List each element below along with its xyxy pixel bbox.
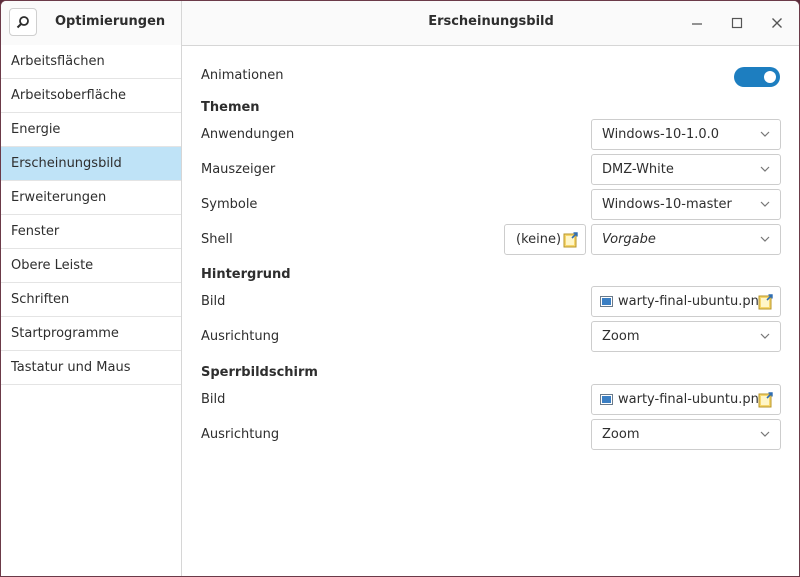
themes-heading: Themen bbox=[201, 100, 260, 115]
main-content: Animationen Themen Anwendungen Windows-1… bbox=[182, 45, 800, 577]
cursor-dropdown[interactable]: DMZ-White bbox=[591, 154, 781, 185]
sidebar-item-fenster[interactable]: Fenster bbox=[1, 215, 181, 249]
applications-value: Windows-10-1.0.0 bbox=[602, 127, 719, 142]
lockscreen-adjustment-value: Zoom bbox=[602, 427, 639, 442]
sidebar-item-energie[interactable]: Energie bbox=[1, 113, 181, 147]
folder-open-icon bbox=[563, 231, 579, 248]
sidebar-item-schriften[interactable]: Schriften bbox=[1, 283, 181, 317]
background-image-label: Bild bbox=[201, 294, 225, 309]
minimize-button[interactable] bbox=[687, 13, 707, 33]
lockscreen-image-filename: warty-final-ubuntu.png bbox=[618, 392, 767, 407]
header-left: Optimierungen bbox=[1, 1, 182, 45]
chevron-down-icon bbox=[760, 200, 770, 208]
icons-label: Symbole bbox=[201, 197, 257, 212]
sidebar-item-tastatur-und-maus[interactable]: Tastatur und Maus bbox=[1, 351, 181, 385]
sidebar-item-erscheinungsbild[interactable]: Erscheinungsbild bbox=[1, 147, 181, 181]
sidebar-item-arbeitsflaechen[interactable]: Arbeitsflächen bbox=[1, 45, 181, 79]
sidebar-item-obere-leiste[interactable]: Obere Leiste bbox=[1, 249, 181, 283]
background-adjustment-dropdown[interactable]: Zoom bbox=[591, 321, 781, 352]
image-file-icon bbox=[600, 394, 613, 405]
shell-label: Shell bbox=[201, 232, 233, 247]
chevron-down-icon bbox=[760, 130, 770, 138]
shell-value: Vorgabe bbox=[602, 232, 656, 247]
background-adjustment-label: Ausrichtung bbox=[201, 329, 279, 344]
animations-switch[interactable] bbox=[734, 67, 780, 87]
search-icon bbox=[16, 15, 30, 29]
window-title: Erscheinungsbild bbox=[181, 14, 800, 29]
shell-file-button[interactable]: (keine) bbox=[504, 224, 586, 255]
background-heading: Hintergrund bbox=[201, 267, 291, 282]
image-file-icon bbox=[600, 296, 613, 307]
app-title: Optimierungen bbox=[55, 14, 165, 29]
switch-knob bbox=[764, 71, 776, 83]
close-icon bbox=[771, 17, 783, 29]
lockscreen-adjustment-dropdown[interactable]: Zoom bbox=[591, 419, 781, 450]
background-image-filename: warty-final-ubuntu.png bbox=[618, 294, 767, 309]
search-button[interactable] bbox=[9, 8, 37, 36]
maximize-icon bbox=[731, 17, 743, 29]
chevron-down-icon bbox=[760, 165, 770, 173]
sidebar-item-erweiterungen[interactable]: Erweiterungen bbox=[1, 181, 181, 215]
folder-open-icon bbox=[758, 293, 774, 310]
sidebar: Arbeitsflächen Arbeitsoberfläche Energie… bbox=[1, 45, 182, 577]
chevron-down-icon bbox=[760, 332, 770, 340]
shell-dropdown[interactable]: Vorgabe bbox=[591, 224, 781, 255]
lockscreen-image-label: Bild bbox=[201, 392, 225, 407]
animations-label: Animationen bbox=[201, 68, 284, 83]
folder-open-icon bbox=[758, 391, 774, 408]
applications-label: Anwendungen bbox=[201, 127, 294, 142]
lockscreen-heading: Sperrbildschirm bbox=[201, 365, 318, 380]
chevron-down-icon bbox=[760, 430, 770, 438]
icons-value: Windows-10-master bbox=[602, 197, 732, 212]
cursor-value: DMZ-White bbox=[602, 162, 674, 177]
header-bar: Optimierungen Erscheinungsbild bbox=[1, 1, 800, 46]
sidebar-item-arbeitsoberflaeche[interactable]: Arbeitsoberfläche bbox=[1, 79, 181, 113]
cursor-label: Mauszeiger bbox=[201, 162, 275, 177]
background-image-chooser[interactable]: warty-final-ubuntu.png bbox=[591, 286, 781, 317]
app-window: Optimierungen Erscheinungsbild Arbeitsfl… bbox=[0, 0, 800, 577]
lockscreen-adjustment-label: Ausrichtung bbox=[201, 427, 279, 442]
lockscreen-image-chooser[interactable]: warty-final-ubuntu.png bbox=[591, 384, 781, 415]
shell-file-label: (keine) bbox=[516, 232, 561, 247]
icons-dropdown[interactable]: Windows-10-master bbox=[591, 189, 781, 220]
sidebar-item-startprogramme[interactable]: Startprogramme bbox=[1, 317, 181, 351]
applications-dropdown[interactable]: Windows-10-1.0.0 bbox=[591, 119, 781, 150]
maximize-button[interactable] bbox=[727, 13, 747, 33]
close-button[interactable] bbox=[767, 13, 787, 33]
chevron-down-icon bbox=[760, 235, 770, 243]
background-adjustment-value: Zoom bbox=[602, 329, 639, 344]
minimize-icon bbox=[691, 17, 703, 29]
